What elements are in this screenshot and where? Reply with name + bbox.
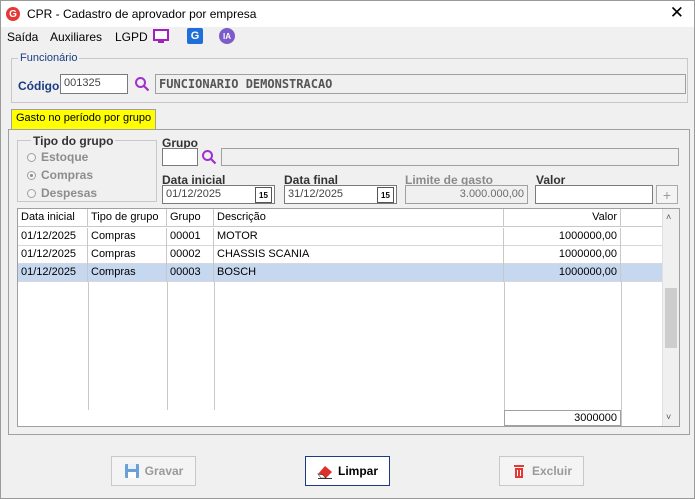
cell-grupo: 00003 bbox=[167, 264, 214, 282]
grupo-descricao bbox=[221, 148, 679, 166]
menu-auxiliares[interactable]: Auxiliares bbox=[50, 30, 102, 44]
col-divider bbox=[504, 282, 505, 410]
trash-icon bbox=[513, 465, 524, 478]
save-icon bbox=[124, 464, 139, 478]
col-divider bbox=[214, 282, 215, 410]
table-header: Data inicial Tipo de grupo Grupo Descriç… bbox=[18, 209, 663, 227]
limpar-button[interactable]: Limpar bbox=[305, 456, 390, 486]
menu-lgpd[interactable]: LGPD bbox=[115, 30, 148, 44]
ia-icon[interactable]: IA bbox=[219, 28, 235, 44]
limpar-label: Limpar bbox=[337, 464, 378, 478]
app-logo-icon: G bbox=[6, 7, 20, 21]
eraser-icon bbox=[317, 466, 332, 479]
radio-dot-selected bbox=[27, 170, 36, 180]
add-button[interactable]: + bbox=[656, 185, 678, 204]
grupo-input[interactable] bbox=[162, 148, 198, 166]
gravar-label: Gravar bbox=[144, 464, 184, 478]
cell-data-inicial: 01/12/2025 bbox=[18, 228, 88, 246]
cell-valor: 1000000,00 bbox=[504, 264, 621, 282]
menu-bar: Saída Auxiliares LGPD G IA bbox=[1, 27, 694, 47]
vertical-scrollbar[interactable]: ˄ ˅ bbox=[662, 209, 679, 426]
calendar-icon[interactable]: 15 bbox=[255, 187, 272, 203]
main-window: G CPR - Cadastro de aprovador por empres… bbox=[0, 0, 695, 499]
valor-input[interactable] bbox=[535, 185, 653, 204]
search-icon[interactable] bbox=[201, 149, 217, 165]
funcionario-nome: FUNCIONARIO DEMONSTRACAO bbox=[155, 74, 686, 94]
search-icon[interactable] bbox=[134, 76, 150, 92]
limite-gasto-value: 3.000.000,00 bbox=[405, 185, 528, 204]
col-grupo[interactable]: Grupo bbox=[167, 209, 214, 227]
funcionario-legend: Funcionário bbox=[18, 52, 80, 64]
scroll-down-icon[interactable]: ˅ bbox=[666, 412, 671, 422]
col-divider bbox=[621, 282, 622, 426]
codigo-input[interactable]: 001325 bbox=[60, 74, 128, 94]
window-title: CPR - Cadastro de aprovador por empresa bbox=[27, 7, 257, 21]
cell-tipo-grupo: Compras bbox=[88, 246, 167, 264]
col-data-inicial[interactable]: Data inicial bbox=[18, 209, 88, 227]
radio-dot bbox=[27, 152, 36, 162]
excluir-button[interactable]: Excluir bbox=[499, 456, 584, 486]
radio-dot bbox=[27, 188, 36, 198]
table-row-selected[interactable]: 01/12/2025 Compras 00003 BOSCH 1000000,0… bbox=[18, 264, 663, 282]
scroll-thumb[interactable] bbox=[665, 288, 677, 348]
col-divider bbox=[88, 282, 89, 410]
cell-valor: 1000000,00 bbox=[504, 228, 621, 246]
col-valor[interactable]: Valor bbox=[504, 209, 621, 227]
cell-descricao: MOTOR bbox=[214, 228, 504, 246]
cell-grupo: 00001 bbox=[167, 228, 214, 246]
tab-gasto-periodo[interactable]: Gasto no período por grupo bbox=[11, 109, 157, 129]
cell-data-inicial: 01/12/2025 bbox=[18, 246, 88, 264]
calendar-icon[interactable]: 15 bbox=[377, 187, 394, 203]
table-row[interactable]: 01/12/2025 Compras 00002 CHASSIS SCANIA … bbox=[18, 246, 663, 264]
radio-compras[interactable]: Compras bbox=[27, 168, 93, 182]
gasto-table: Data inicial Tipo de grupo Grupo Descriç… bbox=[17, 208, 680, 427]
tipo-grupo-legend: Tipo do grupo bbox=[31, 134, 116, 148]
cell-valor: 1000000,00 bbox=[504, 246, 621, 264]
excluir-label: Excluir bbox=[531, 464, 573, 478]
col-tipo-grupo[interactable]: Tipo de grupo bbox=[88, 209, 167, 227]
cell-data-inicial: 01/12/2025 bbox=[18, 264, 88, 282]
menu-saida[interactable]: Saída bbox=[7, 30, 38, 44]
close-icon[interactable]: ✕ bbox=[670, 4, 684, 21]
cell-grupo: 00002 bbox=[167, 246, 214, 264]
g-app-icon[interactable]: G bbox=[187, 28, 203, 44]
cell-tipo-grupo: Compras bbox=[88, 228, 167, 246]
title-bar: G CPR - Cadastro de aprovador por empres… bbox=[1, 1, 694, 27]
total-value: 3000000 bbox=[504, 410, 621, 426]
cell-tipo-grupo: Compras bbox=[88, 264, 167, 282]
radio-despesas[interactable]: Despesas bbox=[27, 186, 97, 200]
monitor-icon[interactable] bbox=[153, 28, 169, 44]
cell-descricao: CHASSIS SCANIA bbox=[214, 246, 504, 264]
radio-estoque[interactable]: Estoque bbox=[27, 150, 88, 164]
scroll-up-icon[interactable]: ˄ bbox=[666, 212, 671, 222]
gravar-button[interactable]: Gravar bbox=[111, 456, 196, 486]
cell-descricao: BOSCH bbox=[214, 264, 504, 282]
col-divider bbox=[167, 282, 168, 410]
codigo-label: Código bbox=[18, 79, 60, 93]
col-descricao[interactable]: Descrição bbox=[214, 209, 504, 227]
table-row[interactable]: 01/12/2025 Compras 00001 MOTOR 1000000,0… bbox=[18, 228, 663, 246]
